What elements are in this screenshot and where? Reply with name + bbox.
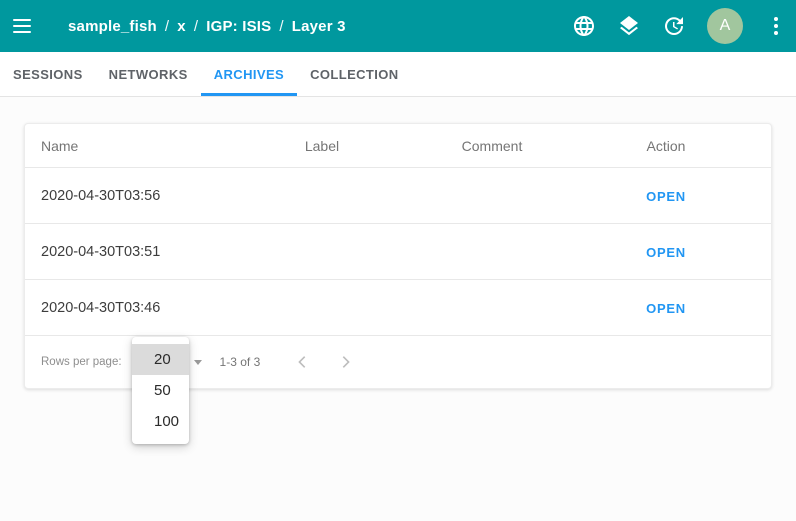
rows-per-page-option-100[interactable]: 100 <box>132 406 189 437</box>
open-link[interactable]: OPEN <box>646 189 686 204</box>
column-header-action: Action <box>646 137 686 154</box>
archive-name: 2020-04-30T03:51 <box>41 243 161 260</box>
tab-networks[interactable]: NETWORKS <box>96 52 201 96</box>
column-header-name: Name <box>41 137 79 154</box>
rows-per-page-option-20[interactable]: 20 <box>132 344 189 375</box>
kebab-icon <box>774 17 778 21</box>
table-row: 2020-04-30T03:56 OPEN <box>25 168 771 224</box>
rows-per-page-option-50[interactable]: 50 <box>132 375 189 406</box>
next-page-button[interactable] <box>334 350 358 374</box>
breadcrumb-item-project[interactable]: sample_fish <box>68 18 157 35</box>
breadcrumb: sample_fish / x / IGP: ISIS / Layer 3 <box>68 18 346 35</box>
table-header-row: Name Label Comment Action <box>25 124 771 168</box>
update-icon <box>665 17 683 35</box>
pagination-bar: Rows per page: 20 1-3 of 3 20 50 100 <box>25 336 771 444</box>
previous-page-button[interactable] <box>290 350 314 374</box>
breadcrumb-separator: / <box>193 17 199 35</box>
tab-sessions[interactable]: SESSIONS <box>0 52 96 96</box>
tab-collection[interactable]: COLLECTION <box>297 52 412 96</box>
hamburger-menu-button[interactable] <box>10 14 34 38</box>
open-link[interactable]: OPEN <box>646 301 686 316</box>
chevron-left-icon <box>298 356 306 368</box>
table-row: 2020-04-30T03:51 OPEN <box>25 224 771 280</box>
archive-name: 2020-04-30T03:46 <box>41 299 161 316</box>
layers-icon <box>620 16 638 36</box>
globe-icon <box>574 16 594 36</box>
chevron-right-icon <box>342 356 350 368</box>
table-row: 2020-04-30T03:46 OPEN <box>25 280 771 336</box>
update-button[interactable] <box>662 14 686 38</box>
chevron-down-icon <box>193 359 202 365</box>
pagination-range: 1-3 of 3 <box>219 355 261 369</box>
kebab-menu-button[interactable] <box>764 14 788 38</box>
app-bar: sample_fish / x / IGP: ISIS / Layer 3 A <box>0 0 796 52</box>
rows-per-page-menu: 20 50 100 <box>132 337 189 444</box>
avatar[interactable]: A <box>707 8 743 44</box>
archives-table-card: Name Label Comment Action 2020-04-30T03:… <box>24 123 772 444</box>
globe-button[interactable] <box>572 14 596 38</box>
tab-archives[interactable]: ARCHIVES <box>200 52 298 96</box>
breadcrumb-item-network[interactable]: x <box>177 18 186 35</box>
appbar-actions: A <box>572 8 788 44</box>
tab-bar: SESSIONS NETWORKS ARCHIVES COLLECTION <box>0 52 796 97</box>
column-header-label: Label <box>304 137 340 154</box>
hamburger-icon <box>13 19 31 21</box>
layers-button[interactable] <box>617 14 641 38</box>
archive-name: 2020-04-30T03:56 <box>41 187 161 204</box>
column-header-comment: Comment <box>461 137 523 154</box>
breadcrumb-separator: / <box>279 17 284 35</box>
breadcrumb-separator: / <box>164 17 170 35</box>
breadcrumb-item-layer[interactable]: Layer 3 <box>292 18 346 35</box>
rows-per-page-label: Rows per page: <box>41 356 122 368</box>
open-link[interactable]: OPEN <box>646 245 686 260</box>
breadcrumb-item-igp[interactable]: IGP: ISIS <box>206 18 271 35</box>
